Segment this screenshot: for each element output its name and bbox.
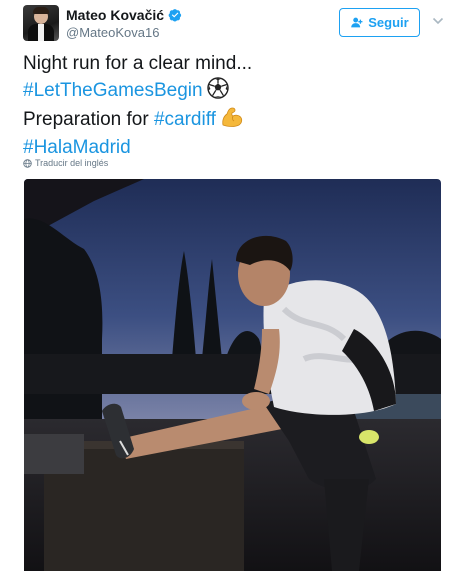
translate-link[interactable]: Traducir del inglés — [23, 158, 108, 168]
hashtag-halamadrid[interactable]: #HalaMadrid — [23, 137, 131, 158]
tweet-line-3: Preparation for #cardiff — [23, 106, 443, 136]
photo-illustration — [24, 179, 441, 571]
hashtag-lettthegamesbegin[interactable]: #LetTheGamesBegin — [23, 80, 203, 101]
tweet-text: Night run for a clear mind... #LetTheGam… — [23, 52, 443, 160]
soccer-ball-emoji — [206, 76, 229, 107]
follow-label: Seguir — [368, 15, 409, 30]
flexed-biceps-emoji — [220, 106, 244, 136]
tweet-header: Mateo Kovačić @MateoKova16 Seguir — [0, 0, 459, 44]
verified-badge-icon — [168, 8, 182, 22]
avatar[interactable] — [23, 5, 59, 41]
tweet-photo[interactable] — [24, 179, 441, 571]
globe-icon — [23, 158, 32, 168]
tweet-line-2: #LetTheGamesBegin — [23, 76, 443, 107]
name-row: Mateo Kovačić — [66, 7, 182, 23]
translate-label: Traducir del inglés — [35, 158, 109, 168]
follow-button[interactable]: Seguir — [339, 8, 420, 37]
handle[interactable]: @MateoKova16 — [66, 25, 159, 40]
display-name[interactable]: Mateo Kovačić — [66, 7, 164, 23]
tweet-line-1: Night run for a clear mind... — [23, 53, 253, 74]
chevron-down-icon[interactable] — [431, 14, 445, 28]
tweet-line-4: #HalaMadrid — [23, 136, 443, 161]
hashtag-cardiff[interactable]: #cardiff — [154, 109, 216, 130]
follow-person-icon — [351, 17, 363, 28]
tweet-line-3-prefix: Preparation for — [23, 109, 154, 130]
